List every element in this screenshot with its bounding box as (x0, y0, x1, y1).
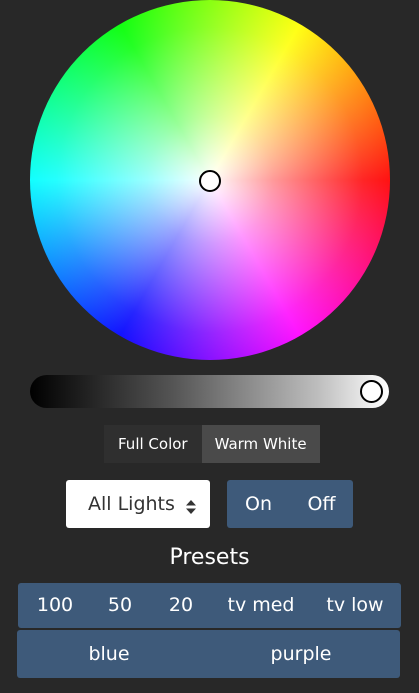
preset-blue-button[interactable]: blue (88, 643, 129, 665)
presets-heading: Presets (169, 545, 250, 570)
preset-20-button[interactable]: 20 (169, 594, 193, 616)
brightness-slider-handle[interactable] (360, 380, 383, 403)
light-controller: Full Color Warm White All Lights On Off … (0, 0, 419, 693)
light-select[interactable]: All Lights (66, 480, 210, 528)
color-picker-handle[interactable] (199, 170, 221, 192)
off-button[interactable]: Off (290, 480, 353, 528)
preset-50-button[interactable]: 50 (108, 594, 132, 616)
brightness-slider[interactable] (30, 375, 389, 408)
power-toggle-group: On Off (227, 480, 353, 528)
tab-full-color[interactable]: Full Color (104, 425, 202, 463)
mode-tabs: Full Color Warm White (104, 425, 320, 463)
preset-purple-button[interactable]: purple (271, 643, 332, 665)
preset-tv-med-button[interactable]: tv med (228, 594, 295, 616)
presets-row-2: blue purple (17, 630, 400, 678)
on-button[interactable]: On (227, 480, 290, 528)
preset-tv-low-button[interactable]: tv low (326, 594, 383, 616)
preset-100-button[interactable]: 100 (37, 594, 73, 616)
presets-row-1: 100 50 20 tv med tv low (18, 583, 401, 628)
color-wheel[interactable] (30, 0, 390, 360)
light-select-value: All Lights (88, 493, 175, 515)
up-down-arrows-icon (186, 497, 196, 514)
tab-warm-white[interactable]: Warm White (201, 425, 320, 463)
